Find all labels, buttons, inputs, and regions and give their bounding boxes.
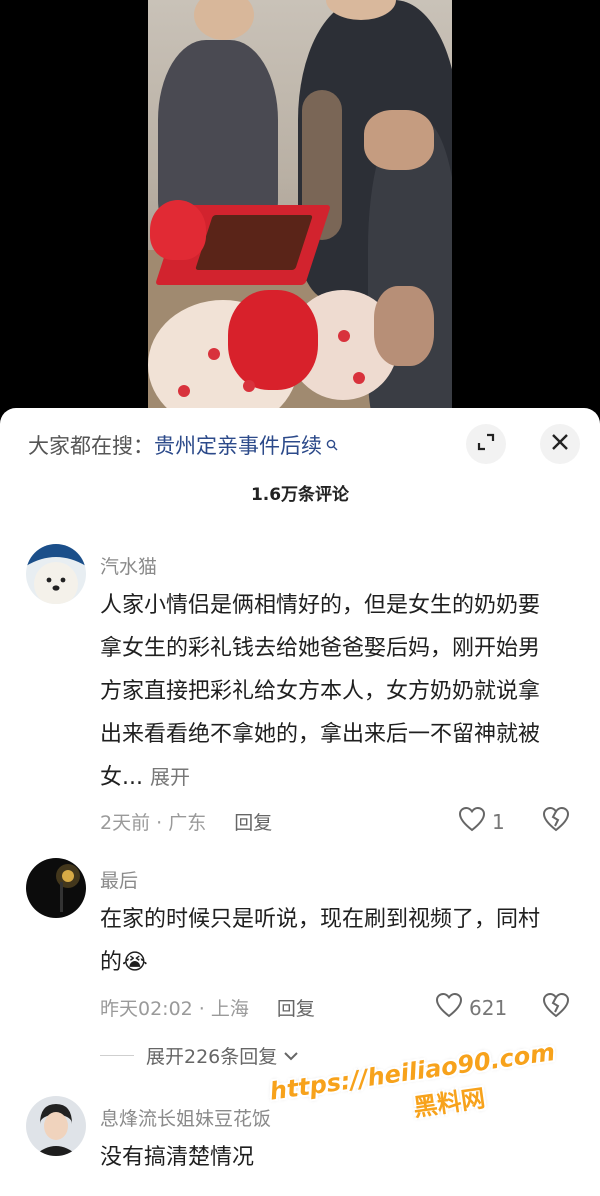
search-term-link[interactable]: 贵州定亲事件后续 bbox=[154, 430, 322, 460]
chevron-down-icon bbox=[283, 1045, 299, 1067]
comment-text: 在家的时候只是听说，现在刷到视频了，同村的😭 bbox=[100, 907, 541, 975]
comment-username[interactable]: 汽水猫 bbox=[100, 552, 157, 579]
comment-time-location: 2天前 · 广东 bbox=[100, 812, 207, 834]
heart-icon bbox=[435, 992, 463, 1023]
comment-meta: 2天前 · 广东 回复 bbox=[100, 808, 272, 835]
gift-box-contents bbox=[195, 215, 313, 270]
avatar[interactable] bbox=[26, 544, 86, 604]
cushion-dot bbox=[353, 372, 365, 384]
like-count: 621 bbox=[469, 995, 508, 1020]
search-suggestion[interactable]: 大家都在搜： 贵州定亲事件后续 bbox=[28, 428, 338, 462]
search-prefix: 大家都在搜： bbox=[28, 434, 154, 458]
comment-username[interactable]: 最后 bbox=[100, 866, 138, 893]
cushion-dot bbox=[208, 348, 220, 360]
like-button[interactable]: 1 bbox=[458, 806, 505, 837]
comment-count: 1.6万条评论 bbox=[250, 485, 350, 505]
reply-button[interactable]: 回复 bbox=[234, 808, 272, 835]
comment-username[interactable]: 息烽流长姐妹豆花饭 bbox=[100, 1104, 271, 1131]
like-button[interactable]: 621 bbox=[435, 992, 507, 1023]
expand-replies-label: 展开226条回复 bbox=[146, 1046, 278, 1068]
comment-text: 人家小情侣是俩相情好的，但是女生的奶奶要拿女生的彩礼钱去给她爸爸娶后妈，刚开始男… bbox=[100, 584, 560, 799]
search-icon bbox=[326, 432, 338, 451]
like-count: 1 bbox=[492, 809, 505, 834]
reply-button[interactable]: 回复 bbox=[277, 994, 315, 1021]
red-bow bbox=[150, 200, 206, 260]
cushion-dot bbox=[178, 385, 190, 397]
heart-icon bbox=[458, 806, 486, 837]
broken-heart-icon[interactable] bbox=[542, 806, 570, 836]
close-button[interactable] bbox=[540, 424, 580, 464]
video-frame bbox=[148, 0, 452, 440]
close-icon bbox=[551, 433, 569, 455]
red-bow-center bbox=[228, 290, 318, 390]
comment-body: 人家小情侣是俩相情好的，但是女生的奶奶要拿女生的彩礼钱去给她爸爸娶后妈，刚开始男… bbox=[100, 593, 541, 790]
video-player[interactable] bbox=[0, 0, 600, 440]
hand-right bbox=[374, 286, 434, 366]
cushion-dot bbox=[243, 380, 255, 392]
expand-replies-button[interactable]: 展开226条回复 bbox=[100, 1042, 299, 1069]
expand-text-link[interactable]: 展开 bbox=[150, 765, 190, 789]
avatar[interactable] bbox=[26, 858, 86, 918]
broken-heart-icon[interactable] bbox=[542, 992, 570, 1022]
divider-line bbox=[100, 1055, 134, 1056]
expand-button[interactable] bbox=[466, 424, 506, 464]
person-left-head bbox=[194, 0, 254, 40]
comment-meta: 昨天02:02 · 上海 回复 bbox=[100, 994, 315, 1021]
expand-icon bbox=[476, 432, 496, 456]
cushion-dot bbox=[338, 330, 350, 342]
avatar[interactable] bbox=[26, 1096, 86, 1156]
comment-time-location: 昨天02:02 · 上海 bbox=[100, 998, 249, 1020]
hand-upper bbox=[364, 110, 434, 170]
